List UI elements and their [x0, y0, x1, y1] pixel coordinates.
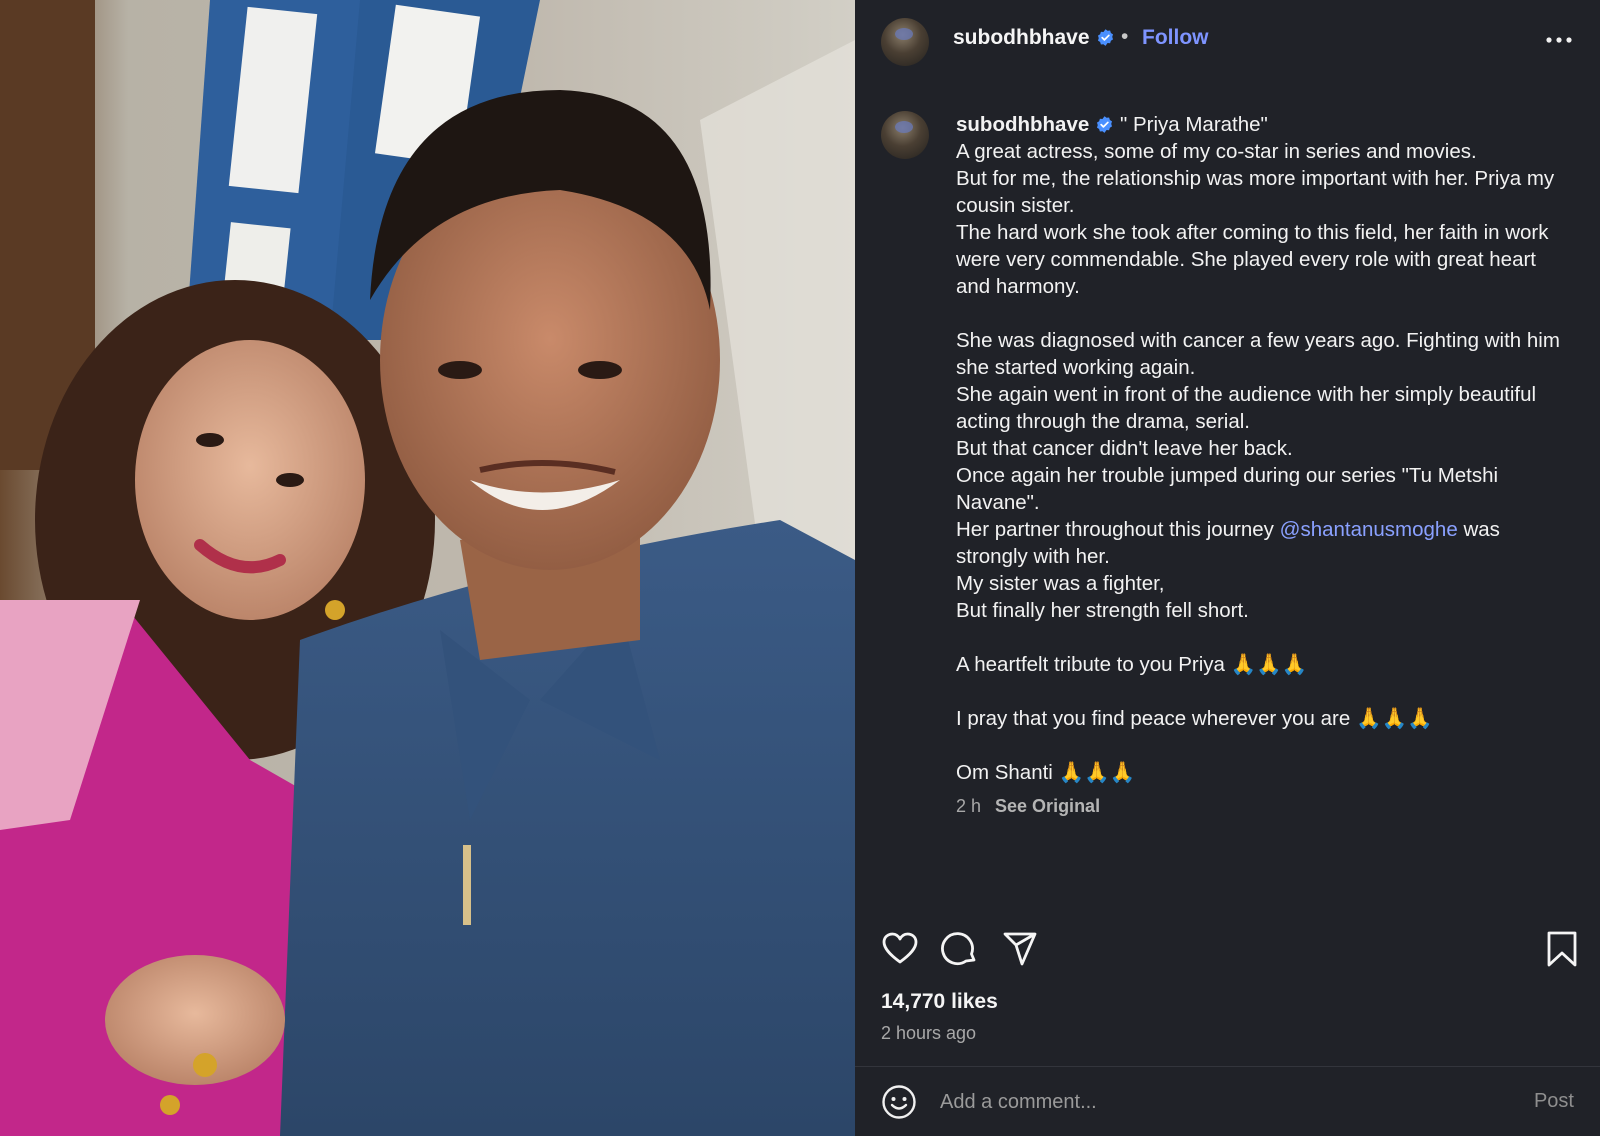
- caption-line: Her partner throughout this journey @sha…: [956, 516, 1566, 570]
- mention-link[interactable]: @shantanusmoghe: [1280, 518, 1458, 541]
- follow-button[interactable]: Follow: [1142, 26, 1209, 50]
- caption-line: The hard work she took after coming to t…: [956, 221, 1549, 298]
- caption-meta: 2 h See Original: [956, 796, 1100, 817]
- caption-gap: [956, 624, 1566, 651]
- comment-icon[interactable]: [941, 930, 979, 968]
- caption-time: 2 h: [956, 796, 982, 816]
- caption-line: I pray that you find peace wherever you …: [956, 707, 1433, 730]
- share-icon[interactable]: [1001, 930, 1039, 968]
- caption-gap: [956, 732, 1566, 759]
- caption-avatar[interactable]: [881, 111, 929, 159]
- heart-icon[interactable]: [881, 930, 919, 968]
- comment-bar: Post: [855, 1067, 1600, 1136]
- comment-input[interactable]: [940, 1084, 1500, 1120]
- post-photo[interactable]: [0, 0, 855, 1136]
- emoji-icon[interactable]: [881, 1084, 917, 1120]
- caption-gap: [956, 678, 1566, 705]
- header-username-wrap[interactable]: subodhbhave: [953, 26, 1115, 50]
- caption-username[interactable]: subodhbhave: [956, 113, 1089, 136]
- caption-line: But finally her strength fell short.: [956, 599, 1249, 622]
- caption-first-line: subodhbhave " Priya Marathe": [956, 111, 1566, 138]
- header-username[interactable]: subodhbhave: [953, 26, 1090, 49]
- caption-gap: [956, 300, 1566, 327]
- action-bar: [881, 930, 1581, 968]
- caption-line: Om Shanti 🙏🙏🙏: [956, 761, 1136, 784]
- caption: subodhbhave " Priya Marathe" A great act…: [956, 111, 1566, 786]
- caption-line: She was diagnosed with cancer a few year…: [956, 329, 1560, 379]
- caption-line: " Priya Marathe": [1119, 113, 1268, 136]
- header-avatar[interactable]: [881, 18, 929, 66]
- verified-badge-icon: [1097, 29, 1113, 46]
- caption-line: My sister was a fighter,: [956, 572, 1165, 595]
- post-panel: subodhbhave • Follow subodhbhave " Priya…: [855, 0, 1600, 1136]
- header-separator: •: [1121, 25, 1129, 48]
- caption-line: A heartfelt tribute to you Priya 🙏🙏🙏: [956, 653, 1308, 676]
- caption-line: But that cancer didn't leave her back.: [956, 437, 1293, 460]
- verified-badge-icon: [1097, 116, 1113, 133]
- more-horizontal-icon[interactable]: [1544, 30, 1574, 50]
- caption-line: But for me, the relationship was more im…: [956, 167, 1555, 217]
- caption-line: She again went in front of the audience …: [956, 383, 1537, 433]
- caption-line: A great actress, some of my co-star in s…: [956, 140, 1477, 163]
- see-original-button[interactable]: See Original: [995, 796, 1100, 816]
- bookmark-icon[interactable]: [1543, 930, 1581, 968]
- caption-text: Her partner throughout this journey: [956, 518, 1274, 541]
- post-comment-button[interactable]: Post: [1534, 1090, 1574, 1113]
- caption-line: Once again her trouble jumped during our…: [956, 464, 1499, 514]
- likes-count[interactable]: 14,770 likes: [881, 990, 998, 1014]
- posted-time: 2 hours ago: [881, 1023, 977, 1043]
